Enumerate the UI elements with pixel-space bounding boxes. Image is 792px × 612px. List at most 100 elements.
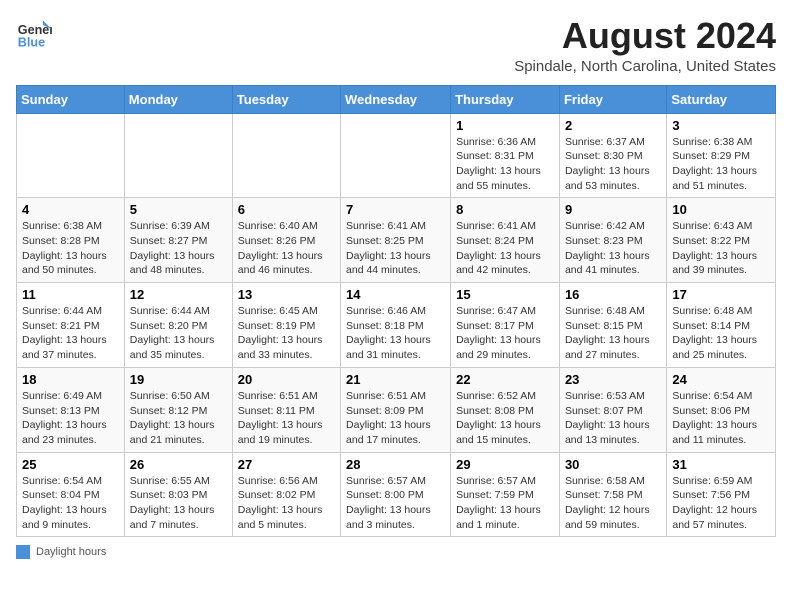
calendar-cell: 12 Sunrise: 6:44 AM Sunset: 8:20 PM Dayli… xyxy=(124,283,232,368)
calendar-week-row: 11 Sunrise: 6:44 AM Sunset: 8:21 PM Dayli… xyxy=(17,283,776,368)
day-info: Sunrise: 6:51 AM Sunset: 8:11 PM Dayligh… xyxy=(238,389,335,448)
day-number: 9 xyxy=(565,202,661,217)
calendar-cell: 22 Sunrise: 6:52 AM Sunset: 8:08 PM Dayli… xyxy=(451,367,560,452)
day-info: Sunrise: 6:49 AM Sunset: 8:13 PM Dayligh… xyxy=(22,389,119,448)
calendar-cell: 2Sunrise: 6:37 AM Sunset: 8:30 PM Daylig… xyxy=(559,113,666,198)
calendar-day-header: Tuesday xyxy=(232,85,340,113)
day-info: Sunrise: 6:55 AM Sunset: 8:03 PM Dayligh… xyxy=(130,474,227,533)
day-number: 16 xyxy=(565,287,661,302)
calendar-cell xyxy=(124,113,232,198)
day-number: 6 xyxy=(238,202,335,217)
day-info: Sunrise: 6:42 AM Sunset: 8:23 PM Dayligh… xyxy=(565,219,661,278)
day-number: 12 xyxy=(130,287,227,302)
calendar-day-header: Thursday xyxy=(451,85,560,113)
calendar-cell: 3Sunrise: 6:38 AM Sunset: 8:29 PM Daylig… xyxy=(667,113,776,198)
calendar-cell: 31Sunrise: 6:59 AM Sunset: 7:56 PM Dayli… xyxy=(667,452,776,537)
calendar-cell: 27 Sunrise: 6:56 AM Sunset: 8:02 PM Dayli… xyxy=(232,452,340,537)
day-number: 28 xyxy=(346,457,445,472)
calendar-cell: 30Sunrise: 6:58 AM Sunset: 7:58 PM Dayli… xyxy=(559,452,666,537)
calendar-cell: 29 Sunrise: 6:57 AM Sunset: 7:59 PM Dayli… xyxy=(451,452,560,537)
calendar-table: SundayMondayTuesdayWednesdayThursdayFrid… xyxy=(16,85,776,538)
calendar-cell: 18 Sunrise: 6:49 AM Sunset: 8:13 PM Dayli… xyxy=(17,367,125,452)
day-info: Sunrise: 6:44 AM Sunset: 8:20 PM Dayligh… xyxy=(130,304,227,363)
day-number: 5 xyxy=(130,202,227,217)
calendar-cell: 23 Sunrise: 6:53 AM Sunset: 8:07 PM Dayli… xyxy=(559,367,666,452)
day-number: 27 xyxy=(238,457,335,472)
day-info: Sunrise: 6:57 AM Sunset: 8:00 PM Dayligh… xyxy=(346,474,445,533)
day-number: 20 xyxy=(238,372,335,387)
day-info: Sunrise: 6:47 AM Sunset: 8:17 PM Dayligh… xyxy=(456,304,554,363)
day-info: Sunrise: 6:41 AM Sunset: 8:25 PM Dayligh… xyxy=(346,219,445,278)
calendar-cell xyxy=(232,113,340,198)
day-info: Sunrise: 6:46 AM Sunset: 8:18 PM Dayligh… xyxy=(346,304,445,363)
page-header: General Blue August 2024 Spindale, North… xyxy=(16,16,776,75)
day-number: 13 xyxy=(238,287,335,302)
calendar-day-header: Monday xyxy=(124,85,232,113)
calendar-cell: 10Sunrise: 6:43 AM Sunset: 8:22 PM Dayli… xyxy=(667,198,776,283)
main-title: August 2024 xyxy=(514,16,776,56)
calendar-cell: 1 Sunrise: 6:36 AM Sunset: 8:31 PM Daylig… xyxy=(451,113,560,198)
calendar-cell: 28 Sunrise: 6:57 AM Sunset: 8:00 PM Dayli… xyxy=(341,452,451,537)
calendar-cell: 16 Sunrise: 6:48 AM Sunset: 8:15 PM Dayli… xyxy=(559,283,666,368)
day-number: 7 xyxy=(346,202,445,217)
calendar-cell: 17 Sunrise: 6:48 AM Sunset: 8:14 PM Dayli… xyxy=(667,283,776,368)
calendar-cell: 19 Sunrise: 6:50 AM Sunset: 8:12 PM Dayli… xyxy=(124,367,232,452)
day-info: Sunrise: 6:39 AM Sunset: 8:27 PM Dayligh… xyxy=(130,219,227,278)
day-number: 22 xyxy=(456,372,554,387)
calendar-cell: 20 Sunrise: 6:51 AM Sunset: 8:11 PM Dayli… xyxy=(232,367,340,452)
calendar-cell: 14 Sunrise: 6:46 AM Sunset: 8:18 PM Dayli… xyxy=(341,283,451,368)
day-info: Sunrise: 6:44 AM Sunset: 8:21 PM Dayligh… xyxy=(22,304,119,363)
day-info: Sunrise: 6:53 AM Sunset: 8:07 PM Dayligh… xyxy=(565,389,661,448)
title-block: August 2024 Spindale, North Carolina, Un… xyxy=(514,16,776,75)
day-number: 8 xyxy=(456,202,554,217)
day-info: Sunrise: 6:59 AM Sunset: 7:56 PM Dayligh… xyxy=(672,474,770,533)
day-number: 24 xyxy=(672,372,770,387)
day-info: Sunrise: 6:36 AM Sunset: 8:31 PM Dayligh… xyxy=(456,135,554,194)
day-info: Sunrise: 6:48 AM Sunset: 8:14 PM Dayligh… xyxy=(672,304,770,363)
day-info: Sunrise: 6:57 AM Sunset: 7:59 PM Dayligh… xyxy=(456,474,554,533)
legend-color-box xyxy=(16,545,30,559)
day-number: 1 xyxy=(456,118,554,133)
day-number: 10 xyxy=(672,202,770,217)
day-number: 14 xyxy=(346,287,445,302)
calendar-cell: 7 Sunrise: 6:41 AM Sunset: 8:25 PM Daylig… xyxy=(341,198,451,283)
day-number: 19 xyxy=(130,372,227,387)
calendar-cell: 15 Sunrise: 6:47 AM Sunset: 8:17 PM Dayli… xyxy=(451,283,560,368)
day-number: 15 xyxy=(456,287,554,302)
day-info: Sunrise: 6:56 AM Sunset: 8:02 PM Dayligh… xyxy=(238,474,335,533)
footer: Daylight hours xyxy=(16,545,776,559)
calendar-header-row: SundayMondayTuesdayWednesdayThursdayFrid… xyxy=(17,85,776,113)
calendar-day-header: Wednesday xyxy=(341,85,451,113)
calendar-cell xyxy=(17,113,125,198)
day-info: Sunrise: 6:58 AM Sunset: 7:58 PM Dayligh… xyxy=(565,474,661,533)
calendar-cell: 11 Sunrise: 6:44 AM Sunset: 8:21 PM Dayli… xyxy=(17,283,125,368)
calendar-cell: 6Sunrise: 6:40 AM Sunset: 8:26 PM Daylig… xyxy=(232,198,340,283)
day-info: Sunrise: 6:54 AM Sunset: 8:04 PM Dayligh… xyxy=(22,474,119,533)
calendar-day-header: Friday xyxy=(559,85,666,113)
day-info: Sunrise: 6:48 AM Sunset: 8:15 PM Dayligh… xyxy=(565,304,661,363)
day-number: 18 xyxy=(22,372,119,387)
legend-label: Daylight hours xyxy=(36,546,106,558)
calendar-cell: 13 Sunrise: 6:45 AM Sunset: 8:19 PM Dayli… xyxy=(232,283,340,368)
day-number: 11 xyxy=(22,287,119,302)
day-info: Sunrise: 6:37 AM Sunset: 8:30 PM Dayligh… xyxy=(565,135,661,194)
day-info: Sunrise: 6:50 AM Sunset: 8:12 PM Dayligh… xyxy=(130,389,227,448)
calendar-week-row: 18 Sunrise: 6:49 AM Sunset: 8:13 PM Dayli… xyxy=(17,367,776,452)
logo: General Blue xyxy=(16,16,56,52)
calendar-body: 1 Sunrise: 6:36 AM Sunset: 8:31 PM Daylig… xyxy=(17,113,776,537)
subtitle: Spindale, North Carolina, United States xyxy=(514,58,776,75)
day-info: Sunrise: 6:52 AM Sunset: 8:08 PM Dayligh… xyxy=(456,389,554,448)
day-info: Sunrise: 6:51 AM Sunset: 8:09 PM Dayligh… xyxy=(346,389,445,448)
day-number: 26 xyxy=(130,457,227,472)
day-number: 17 xyxy=(672,287,770,302)
day-info: Sunrise: 6:41 AM Sunset: 8:24 PM Dayligh… xyxy=(456,219,554,278)
calendar-cell: 9 Sunrise: 6:42 AM Sunset: 8:23 PM Daylig… xyxy=(559,198,666,283)
day-number: 29 xyxy=(456,457,554,472)
calendar-week-row: 4Sunrise: 6:38 AM Sunset: 8:28 PM Daylig… xyxy=(17,198,776,283)
day-number: 21 xyxy=(346,372,445,387)
day-number: 3 xyxy=(672,118,770,133)
day-info: Sunrise: 6:54 AM Sunset: 8:06 PM Dayligh… xyxy=(672,389,770,448)
calendar-cell xyxy=(341,113,451,198)
day-info: Sunrise: 6:45 AM Sunset: 8:19 PM Dayligh… xyxy=(238,304,335,363)
day-number: 23 xyxy=(565,372,661,387)
